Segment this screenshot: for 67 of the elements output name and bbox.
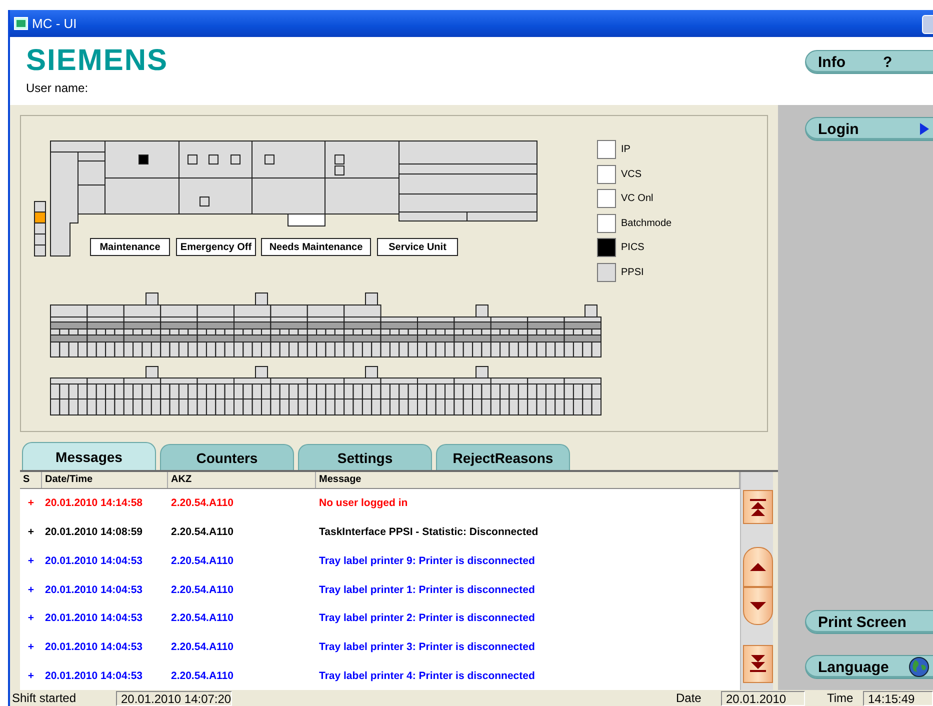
- status-cell-text: +: [26, 640, 36, 653]
- akz-cell-text: 2.20.54.A110: [170, 640, 234, 653]
- akz-cell-text: 2.20.54.A110: [170, 497, 234, 510]
- column-header: AKZ: [168, 472, 316, 488]
- double-up-arrow-icon: [748, 497, 768, 517]
- akz-cell-text: 2.20.54.A110: [170, 526, 234, 538]
- shift-started-label: Shift started: [12, 691, 78, 705]
- message-cell-text: No user logged in: [318, 497, 409, 510]
- date-time-cell-text: 20.01.2010 14:04:53: [44, 640, 144, 653]
- scroll-to-bottom-button[interactable]: [743, 645, 773, 683]
- message-cell-text: TaskInterface PPSI - Statistic: Disconnected: [318, 526, 540, 538]
- date-time-cell-text: 20.01.2010 14:08:59: [44, 526, 144, 538]
- tab[interactable]: Counters: [160, 444, 294, 470]
- time-label: Time: [827, 691, 854, 705]
- scroll-down-button[interactable]: [743, 587, 773, 625]
- message-cell-text: Tray label printer 4: Printer is disconnected: [318, 670, 536, 682]
- status-cell-text: +: [26, 497, 36, 510]
- status-label: Emergency Off: [176, 238, 256, 256]
- date-time-cell-text: 20.01.2010 14:04:53: [44, 584, 144, 596]
- status-cell-text: +: [26, 670, 36, 682]
- column-header: S: [20, 472, 42, 488]
- date-time-cell-text: 20.01.2010 14:04:53: [44, 554, 144, 567]
- sidebar-button[interactable]: Language: [805, 655, 933, 679]
- company-logo: SIEMENS: [26, 45, 168, 77]
- info-button[interactable]: Info ?: [805, 50, 933, 74]
- app-icon: [14, 17, 28, 30]
- sidebar-button[interactable]: Login: [805, 117, 933, 141]
- legend-label: Batchmode: [621, 218, 672, 228]
- tab[interactable]: Settings: [298, 444, 432, 470]
- legend-label: PICS: [621, 242, 644, 253]
- scroll-up-button[interactable]: [743, 547, 773, 587]
- date-time-cell-text: 20.01.2010 14:04:53: [44, 670, 144, 682]
- scroll-to-top-button[interactable]: [743, 490, 773, 524]
- status-label: Service Unit: [377, 238, 458, 256]
- message-cell-text: Tray label printer 1: Printer is disconnected: [318, 584, 536, 596]
- legend-label: VC Onl: [621, 193, 654, 204]
- akz-cell-text: 2.20.54.A110: [170, 612, 234, 624]
- status-cell-text: +: [26, 612, 36, 624]
- time-field: 14:15:49: [863, 690, 933, 706]
- message-cell-text: Tray label printer 2: Printer is disconnected: [318, 612, 536, 624]
- status-cell-text: +: [26, 584, 36, 596]
- sidebar-button[interactable]: Print Screen: [805, 610, 933, 634]
- message-cell-text: Tray label printer 9: Printer is disconnected: [318, 554, 536, 567]
- shift-start-field: 20.01.2010 14:07:20: [116, 690, 232, 706]
- user-name-label: User name:: [26, 81, 90, 95]
- legend-label: PPSI: [621, 266, 644, 278]
- legend-label: VCS: [621, 168, 642, 180]
- status-cell-text: +: [26, 526, 36, 538]
- status-cell-text: +: [26, 554, 36, 567]
- legend-label: IP: [621, 144, 630, 155]
- akz-cell-text: 2.20.54.A110: [170, 584, 234, 596]
- column-header: Date/Time: [42, 472, 168, 488]
- status-label: Maintenance: [90, 238, 170, 256]
- date-time-cell-text: 20.01.2010 14:04:53: [44, 612, 144, 624]
- date-field: 20.01.2010: [721, 690, 805, 706]
- arrow-icon: [920, 123, 929, 135]
- status-label: Needs Maintenance: [261, 238, 371, 256]
- tab[interactable]: RejectReasons: [436, 444, 570, 470]
- message-cell-text: Tray label printer 3: Printer is disconnected: [318, 640, 536, 653]
- window-title: MC - UI: [32, 16, 77, 31]
- date-time-cell-text: 20.01.2010 14:14:58: [44, 497, 144, 510]
- tab[interactable]: Messages: [22, 442, 156, 470]
- date-label: Date: [676, 691, 702, 705]
- double-down-arrow-icon: [748, 654, 768, 674]
- globe-icon: [909, 657, 929, 677]
- akz-cell-text: 2.20.54.A110: [170, 670, 234, 682]
- akz-cell-text: 2.20.54.A110: [170, 554, 234, 567]
